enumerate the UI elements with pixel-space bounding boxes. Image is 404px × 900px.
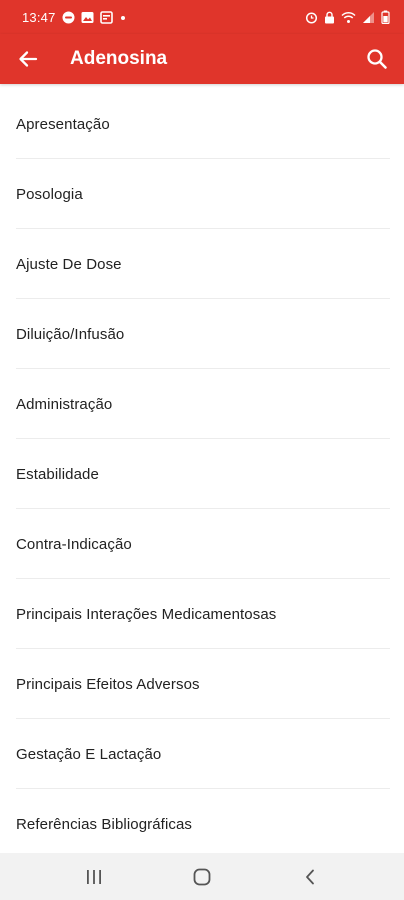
system-nav-bar xyxy=(0,853,404,900)
status-bar-left: 13:47 xyxy=(22,10,127,25)
list-item-label: Principais Interações Medicamentosas xyxy=(16,605,277,623)
chat-notification-icon xyxy=(62,11,75,24)
back-button[interactable] xyxy=(0,34,56,84)
list-item-posologia[interactable]: Posologia xyxy=(0,159,404,229)
list-item-label: Gestação E Lactação xyxy=(16,745,162,763)
list-item-label: Contra-Indicação xyxy=(16,535,132,553)
back-icon xyxy=(304,869,316,885)
list-item-label: Ajuste De Dose xyxy=(16,255,122,273)
list-item-estabilidade[interactable]: Estabilidade xyxy=(0,439,404,509)
status-bar-right xyxy=(305,10,390,24)
recent-apps-icon xyxy=(85,869,103,885)
list-item-administracao[interactable]: Administração xyxy=(0,369,404,439)
list-item-label: Principais Efeitos Adversos xyxy=(16,675,200,693)
wifi-icon xyxy=(341,11,356,24)
home-icon xyxy=(193,868,211,886)
battery-icon xyxy=(381,10,390,24)
list-item-efeitos-adversos[interactable]: Principais Efeitos Adversos xyxy=(0,649,404,719)
app-bar: Adenosina xyxy=(0,34,404,84)
list-item-apresentacao[interactable]: Apresentação xyxy=(0,89,404,159)
list-item-contra-indicacao[interactable]: Contra-Indicação xyxy=(0,509,404,579)
list-item-label: Posologia xyxy=(16,185,83,203)
list-item-label: Apresentação xyxy=(16,115,110,133)
status-bar: 13:47 xyxy=(0,0,404,34)
status-time: 13:47 xyxy=(22,9,56,25)
list-item-label: Estabilidade xyxy=(16,465,99,483)
list-item-diluicao-infusao[interactable]: Diluição/Infusão xyxy=(0,299,404,369)
dot-icon xyxy=(119,11,127,24)
search-icon xyxy=(366,48,388,70)
page-title: Adenosina xyxy=(70,48,168,69)
alarm-icon xyxy=(305,11,318,24)
search-button[interactable] xyxy=(350,34,404,84)
section-list: Apresentação Posologia Ajuste De Dose Di… xyxy=(0,89,404,859)
lock-icon xyxy=(324,11,335,24)
list-item-gestacao-lactacao[interactable]: Gestação E Lactação xyxy=(0,719,404,789)
list-item-label: Administração xyxy=(16,395,113,413)
list-item-label: Diluição/Infusão xyxy=(16,325,125,343)
signal-icon xyxy=(362,11,375,24)
list-item-label: Referências Bibliográficas xyxy=(16,815,193,833)
system-back-button[interactable] xyxy=(280,853,340,900)
list-item-interacoes[interactable]: Principais Interações Medicamentosas xyxy=(0,579,404,649)
recent-apps-button[interactable] xyxy=(64,853,124,900)
home-button[interactable] xyxy=(172,853,232,900)
image-notification-icon xyxy=(81,11,94,24)
list-item-referencias[interactable]: Referências Bibliográficas xyxy=(0,789,404,859)
list-item-ajuste-de-dose[interactable]: Ajuste De Dose xyxy=(0,229,404,299)
arrow-left-icon xyxy=(17,48,39,70)
calendar-notification-icon xyxy=(99,10,113,24)
